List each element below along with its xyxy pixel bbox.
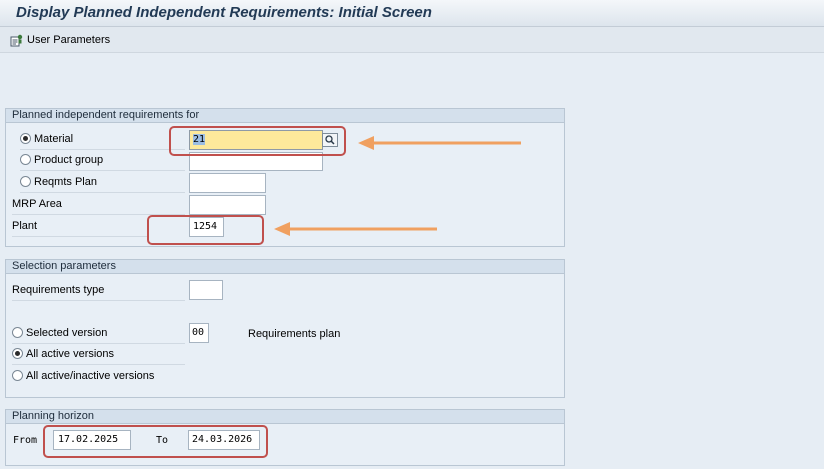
product-group-label: Product group (34, 154, 104, 166)
product-group-radio-button[interactable] (20, 154, 31, 165)
mrp-area-label: MRP Area (12, 194, 185, 215)
material-highlight (169, 126, 346, 156)
mrp-area-input[interactable] (189, 195, 266, 215)
material-radio[interactable]: Material (20, 129, 185, 150)
annotation-arrow-icon (358, 136, 521, 150)
product-group-radio[interactable]: Product group (20, 150, 185, 171)
all-active-versions-label: All active versions (26, 348, 115, 360)
pir-for-group-title: Planned independent requirements for (6, 109, 564, 123)
version-input[interactable]: 00 (189, 323, 209, 343)
from-label: From (13, 435, 38, 446)
version-value: 00 (192, 327, 205, 338)
planning-horizon-title: Planning horizon (6, 410, 564, 424)
all-active-inactive-radio[interactable]: All active/inactive versions (12, 366, 185, 387)
material-label: Material (34, 133, 74, 145)
annotation-arrow-icon (274, 222, 437, 236)
page-title: Display Planned Independent Requirements… (16, 4, 432, 21)
reqmts-plan-radio-button[interactable] (20, 176, 31, 187)
user-parameters-button[interactable]: User Parameters (10, 31, 110, 49)
all-active-versions-radio[interactable]: All active versions (12, 344, 185, 365)
requirements-type-label: Requirements type (12, 280, 185, 301)
reqmts-plan-label: Reqmts Plan (34, 176, 97, 188)
selected-version-label: Selected version (26, 327, 108, 339)
version-description: Requirements plan (248, 328, 341, 340)
title-bar: Display Planned Independent Requirements… (0, 0, 824, 27)
all-active-versions-radio-button[interactable] (12, 348, 23, 359)
reqmts-plan-input[interactable] (189, 173, 266, 193)
horizon-highlight (43, 425, 268, 458)
selected-version-radio-button[interactable] (12, 327, 23, 338)
plant-highlight (147, 215, 264, 245)
selection-parameters-title: Selection parameters (6, 260, 564, 274)
requirements-type-input[interactable] (189, 280, 223, 300)
all-active-inactive-label: All active/inactive versions (26, 370, 155, 382)
reqmts-plan-radio[interactable]: Reqmts Plan (20, 172, 185, 193)
all-active-inactive-radio-button[interactable] (12, 370, 23, 381)
user-parameters-icon (10, 34, 23, 47)
material-radio-button[interactable] (20, 133, 31, 144)
plant-label: Plant (12, 216, 149, 237)
selected-version-radio[interactable]: Selected version (12, 323, 185, 344)
application-toolbar: User Parameters (0, 27, 824, 53)
user-parameters-label: User Parameters (27, 34, 111, 46)
